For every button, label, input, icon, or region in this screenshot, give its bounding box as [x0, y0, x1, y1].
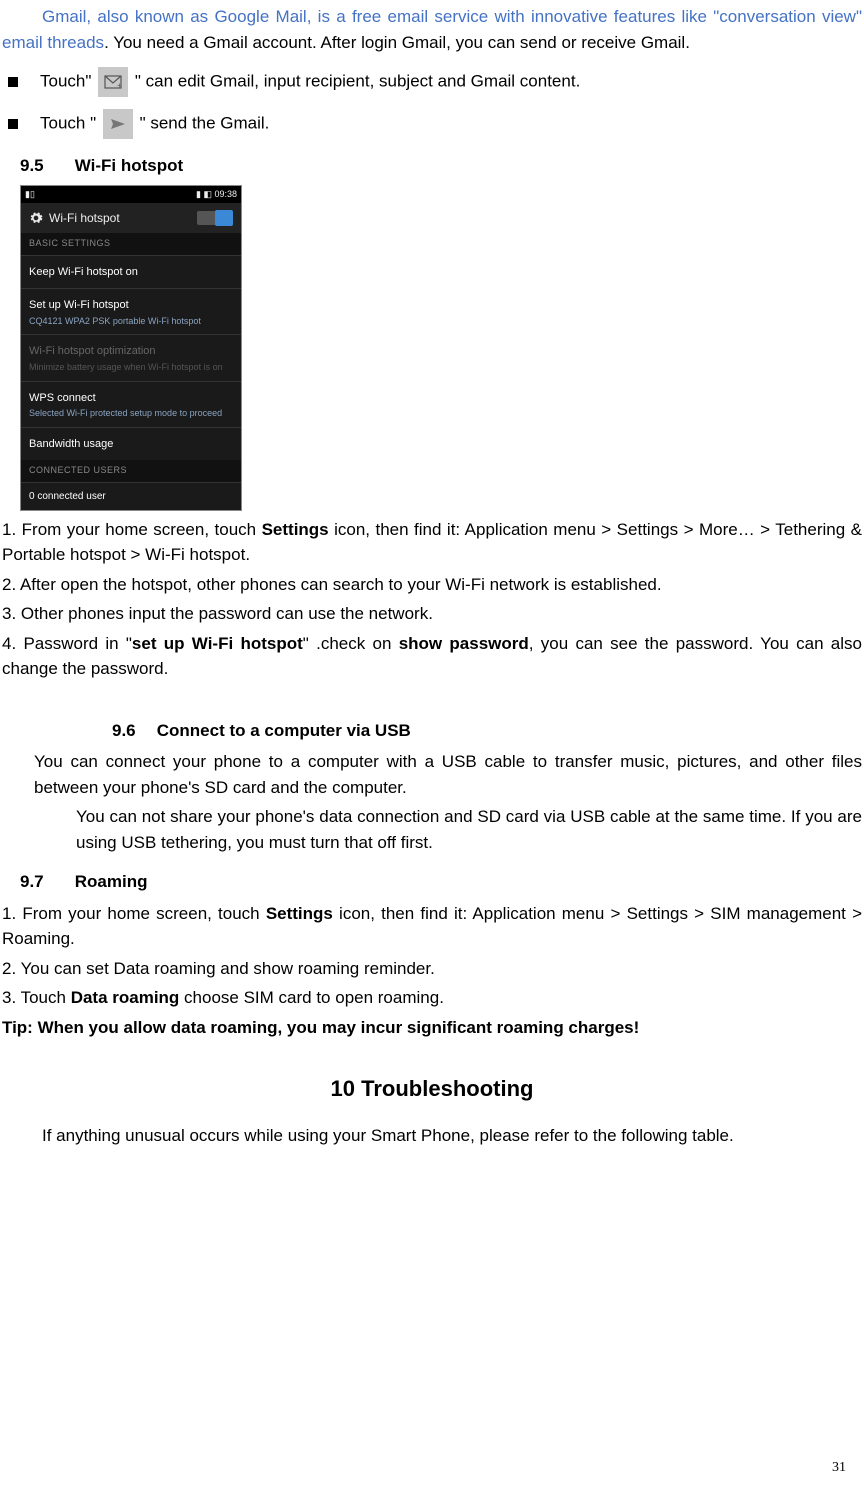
bullet1-post: " can edit Gmail, input recipient, subje…: [135, 71, 580, 90]
wifi-step-4: 4. Password in "set up Wi-Fi hotspot" .c…: [2, 631, 862, 682]
heading-title: Connect to a computer via USB: [157, 721, 411, 740]
bullet-square-icon: [8, 77, 18, 87]
heading-num: 9.7: [20, 869, 70, 895]
wifi-step-2: 2. After open the hotspot, other phones …: [2, 572, 862, 598]
heading-10: 10 Troubleshooting: [2, 1072, 862, 1105]
screen-header: Wi-Fi hotspot: [21, 203, 241, 233]
item-setup[interactable]: Set up Wi-Fi hotspot CQ4121 WPA2 PSK por…: [21, 288, 241, 334]
heading-9-6: 9.6 Connect to a computer via USB: [112, 718, 862, 744]
troubleshooting-intro: If anything unusual occurs while using y…: [2, 1123, 862, 1149]
heading-title: Roaming: [75, 872, 148, 891]
roaming-tip: Tip: When you allow data roaming, you ma…: [2, 1015, 862, 1041]
item-connected-count: 0 connected user: [21, 482, 241, 510]
heading-num: 9.5: [20, 153, 70, 179]
svg-text:+: +: [117, 81, 122, 89]
bullet1-pre: Touch": [40, 71, 96, 90]
bullet2-post: " send the Gmail.: [140, 113, 270, 132]
heading-9-7: 9.7 Roaming: [20, 869, 862, 895]
bullet-send-gmail: Touch " " send the Gmail.: [2, 109, 862, 139]
wifi-step-3: 3. Other phones input the password can u…: [2, 601, 862, 627]
item-keep-on[interactable]: Keep Wi-Fi hotspot on: [21, 255, 241, 289]
page-number: 31: [832, 1457, 846, 1478]
intro-paragraph: Gmail, also known as Google Mail, is a f…: [2, 4, 862, 55]
intro-black: . You need a Gmail account. After login …: [104, 33, 690, 52]
bullet2-pre: Touch ": [40, 113, 96, 132]
heading-num: 9.6: [112, 718, 152, 744]
send-icon: [103, 109, 133, 139]
roaming-step-3: 3. Touch Data roaming choose SIM card to…: [2, 985, 862, 1011]
status-bar: ▮▯ ▮ ◧ 09:38: [21, 186, 241, 204]
screen-title: Wi-Fi hotspot: [49, 209, 120, 227]
section-connected: CONNECTED USERS: [21, 460, 241, 482]
compose-icon: +: [98, 67, 128, 97]
status-time: ▮ ◧ 09:38: [196, 188, 237, 202]
item-bandwidth[interactable]: Bandwidth usage: [21, 427, 241, 461]
section-basic: BASIC SETTINGS: [21, 233, 241, 255]
bullet-square-icon: [8, 119, 18, 129]
hotspot-toggle[interactable]: [197, 211, 233, 225]
usb-p1: You can connect your phone to a computer…: [34, 749, 862, 800]
roaming-step-1: 1. From your home screen, touch Settings…: [2, 901, 862, 952]
wifi-hotspot-screenshot: ▮▯ ▮ ◧ 09:38 Wi-Fi hotspot BASIC SETTING…: [20, 185, 242, 511]
item-optimization: Wi-Fi hotspot optimization Minimize batt…: [21, 334, 241, 380]
item-wps[interactable]: WPS connect Selected Wi-Fi protected set…: [21, 381, 241, 427]
heading-title: Wi-Fi hotspot: [75, 156, 183, 175]
bullet-edit-gmail: Touch" + " can edit Gmail, input recipie…: [2, 67, 862, 97]
gear-icon: [29, 211, 43, 225]
wifi-step-1: 1. From your home screen, touch Settings…: [2, 517, 862, 568]
usb-p2: You can not share your phone's data conn…: [76, 804, 862, 855]
heading-9-5: 9.5 Wi-Fi hotspot: [20, 153, 862, 179]
roaming-step-2: 2. You can set Data roaming and show roa…: [2, 956, 862, 982]
status-left: ▮▯: [25, 188, 35, 202]
